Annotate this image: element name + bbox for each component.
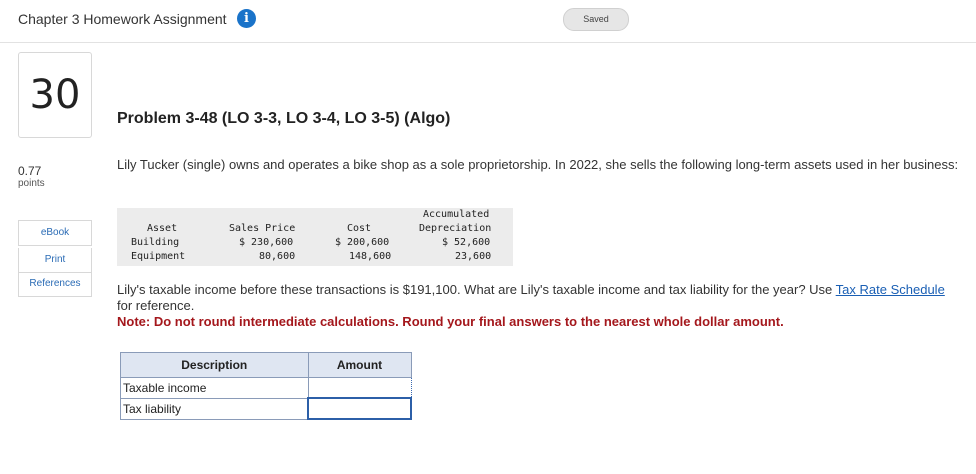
asset-cell: Equipment [131, 251, 186, 262]
table-row: Tax liability [120, 397, 412, 420]
depreciation-header: Depreciation [419, 223, 492, 234]
asset-cell: Building [131, 237, 180, 248]
points-label: points [18, 178, 45, 189]
answer-header-row: Description Amount [120, 352, 412, 378]
accum-dep-cell: $ 52,600 [442, 237, 491, 248]
sales-price-cell: $ 230,600 [239, 237, 294, 248]
asset-data-table: Asset Sales Price Cost Accumulated Depre… [117, 208, 513, 266]
table-row: Taxable income [120, 377, 412, 399]
sales-price-cell: 80,600 [259, 251, 296, 262]
top-bar: Chapter 3 Homework Assignment i Saved [0, 0, 976, 43]
question-text: Lily's taxable income before these trans… [117, 282, 957, 314]
problem-title: Problem 3-48 (LO 3-3, LO 3-4, LO 3-5) (A… [117, 110, 451, 127]
amount-header: Amount [307, 352, 412, 378]
accum-dep-cell: 23,600 [455, 251, 492, 262]
assignment-title: Chapter 3 Homework Assignment [18, 11, 227, 27]
tax-liability-cell [307, 397, 412, 420]
answer-table: Description Amount Taxable income Tax li… [120, 352, 412, 420]
row-label: Tax liability [120, 397, 309, 420]
references-link[interactable]: References [18, 272, 92, 297]
question-text-lead: Lily's taxable income before these trans… [117, 282, 836, 297]
taxable-income-input[interactable] [310, 379, 410, 396]
points-value: 0.77 [18, 164, 42, 178]
cost-header: Cost [347, 223, 372, 234]
tax-rate-schedule-link[interactable]: Tax Rate Schedule [836, 282, 945, 297]
cost-cell: $ 200,600 [335, 237, 390, 248]
ebook-link[interactable]: eBook [18, 220, 92, 246]
row-label: Taxable income [120, 377, 309, 399]
sales-price-header: Sales Price [229, 223, 296, 234]
info-icon[interactable]: i [237, 9, 256, 28]
cost-cell: 148,600 [349, 251, 392, 262]
tax-liability-input[interactable] [311, 400, 410, 417]
rounding-note: Note: Do not round intermediate calculat… [117, 314, 784, 329]
saved-status-badge: Saved [563, 8, 629, 31]
asset-header: Asset [147, 223, 178, 234]
accumulated-header: Accumulated [423, 209, 490, 220]
problem-intro: Lily Tucker (single) owns and operates a… [117, 157, 959, 172]
print-link[interactable]: Print [18, 248, 92, 273]
question-text-tail: for reference. [117, 298, 195, 313]
description-header: Description [120, 352, 309, 378]
question-number-box: 30 [18, 52, 92, 138]
taxable-income-cell [307, 377, 412, 399]
question-number: 30 [29, 72, 81, 118]
